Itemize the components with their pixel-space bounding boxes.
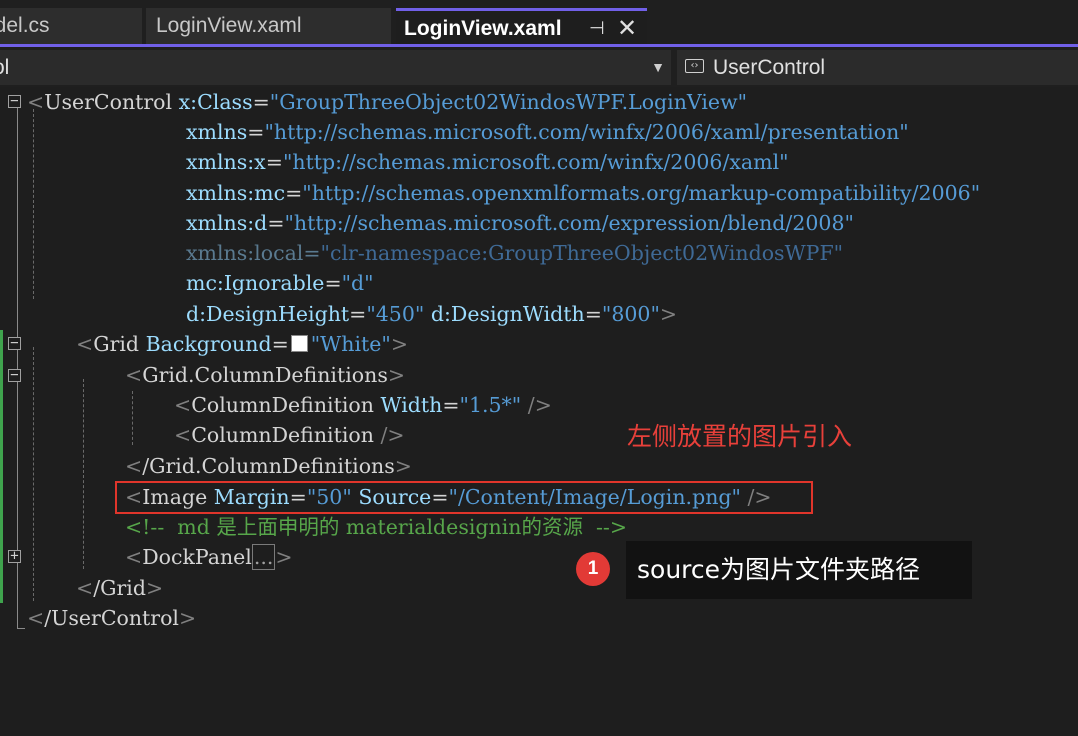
tab-label: LoginView.xaml xyxy=(404,17,562,40)
code-line: mc:Ignorable="d" xyxy=(186,271,374,295)
type-dropdown-label: ol xyxy=(0,56,10,79)
collapse-grid-toggle[interactable]: − xyxy=(8,336,21,350)
code-editor[interactable]: − − − + <UserControl x:Class="GroupThree… xyxy=(0,87,1078,736)
indent-guide xyxy=(83,379,84,569)
fold-guide-end xyxy=(17,628,25,629)
member-dropdown-label: UserControl xyxy=(713,56,826,79)
code-line: <Grid.ColumnDefinitions> xyxy=(125,363,406,387)
navigation-bar: ol ▼ ‹› UserControl xyxy=(0,47,1078,87)
collapse-usercontrol-toggle[interactable]: − xyxy=(8,94,21,108)
color-swatch[interactable] xyxy=(290,335,308,352)
code-line: xmlns:x="http://schemas.microsoft.com/wi… xyxy=(186,150,789,174)
code-line: <DockPanel...> xyxy=(125,544,293,570)
annotation-label: 左侧放置的图片引入 xyxy=(627,422,853,451)
collapse-columndefinitions-toggle[interactable]: − xyxy=(8,368,21,382)
code-line: <UserControl x:Class="GroupThreeObject02… xyxy=(27,90,748,114)
control-icon: ‹› xyxy=(685,59,704,73)
indent-guide xyxy=(33,109,34,299)
member-dropdown[interactable]: ‹› UserControl xyxy=(677,50,1078,85)
code-line: d:DesignHeight="450" d:DesignWidth="800"… xyxy=(186,302,678,326)
code-line: <!-- md 是上面申明的 materialdesignin的资源 --> xyxy=(125,515,628,539)
annotation-tooltip: source为图片文件夹路径 xyxy=(626,541,972,599)
close-icon[interactable]: ✕ xyxy=(617,11,637,44)
tab-modelcs[interactable]: odel.cs xyxy=(0,8,142,44)
code-line: xmlns:mc="http://schemas.openxmlformats.… xyxy=(186,181,981,205)
code-line: </Grid.ColumnDefinitions> xyxy=(125,454,412,478)
code-line: </Grid> xyxy=(76,576,164,600)
indent-guide xyxy=(33,347,34,601)
tab-bar: odel.cs LoginView.xaml LoginView.xaml ⊣ … xyxy=(0,0,1078,47)
annotation-badge: 1 xyxy=(576,552,610,586)
expand-dockpanel-toggle[interactable]: + xyxy=(8,549,21,563)
tab-label: odel.cs xyxy=(0,14,50,37)
collapsed-region-button[interactable]: ... xyxy=(251,544,276,570)
code-line: </UserControl> xyxy=(27,606,197,630)
code-line: xmlns:local="clr-namespace:GroupThreeObj… xyxy=(186,241,844,265)
code-line: <ColumnDefinition Width="1.5*" /> xyxy=(174,393,552,417)
change-indicator-bar xyxy=(0,330,3,603)
tab-loginview-active[interactable]: LoginView.xaml ⊣ ✕ xyxy=(396,8,647,44)
pin-icon[interactable]: ⊣ xyxy=(589,11,605,44)
highlight-box xyxy=(115,481,813,514)
code-line: xmlns="http://schemas.microsoft.com/winf… xyxy=(186,120,909,144)
code-line: <ColumnDefinition /> xyxy=(174,423,405,447)
type-dropdown[interactable]: ol ▼ xyxy=(0,50,671,85)
tab-loginview-preview[interactable]: LoginView.xaml xyxy=(146,8,391,44)
code-line: xmlns:d="http://schemas.microsoft.com/ex… xyxy=(186,211,854,235)
code-line: <Grid Background= "White"> xyxy=(76,332,408,356)
chevron-down-icon: ▼ xyxy=(651,59,665,75)
indent-guide xyxy=(132,391,133,445)
tab-label: LoginView.xaml xyxy=(156,14,302,37)
